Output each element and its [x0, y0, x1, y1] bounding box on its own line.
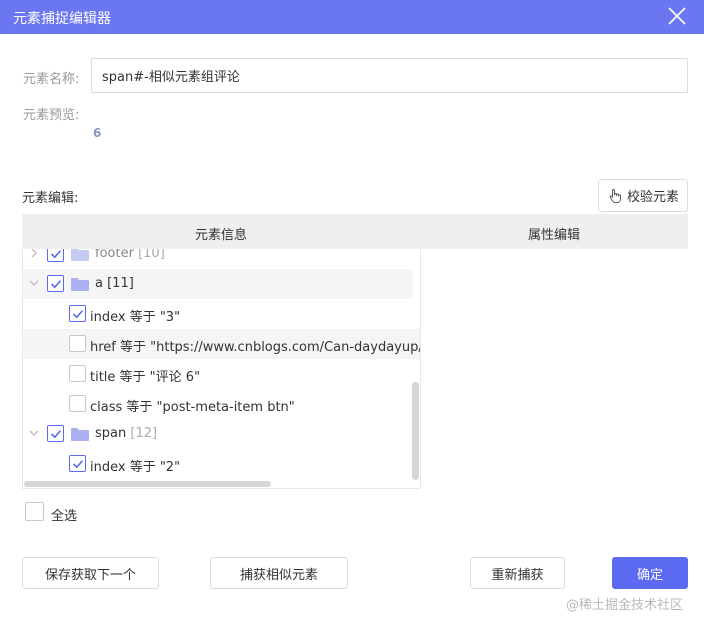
tree-node-span-checkbox[interactable] [47, 425, 64, 442]
capture-similar-button[interactable]: 捕获相似元素 [210, 557, 348, 589]
attr-row[interactable]: class 等于 "post-meta-item btn" [23, 389, 420, 419]
tree-vertical-scrollbar[interactable] [412, 382, 419, 480]
recapture-button[interactable]: 重新捕获 [470, 557, 565, 589]
chevron-right-icon[interactable] [28, 249, 40, 259]
chevron-down-icon[interactable] [28, 277, 40, 289]
select-all-label: 全选 [51, 509, 78, 524]
attr-text: title 等于 "评论 6" [90, 370, 201, 385]
attr-text: href 等于 "https://www.cnblogs.com/Can-day… [90, 340, 420, 355]
element-name-input[interactable] [91, 58, 688, 93]
folder-icon [71, 428, 89, 441]
dialog-titlebar: 元素捕捉编辑器 [0, 0, 704, 34]
column-element-info: 元素信息 [194, 228, 247, 243]
select-all-checkbox[interactable] [25, 502, 44, 521]
tree-horizontal-scrollbar[interactable] [24, 481, 271, 487]
attr-text: index 等于 "3" [90, 310, 181, 325]
element-edit-label: 元素编辑: [22, 191, 79, 206]
attr-checkbox[interactable] [69, 365, 86, 382]
tree-node-footer[interactable]: footer [10] [23, 249, 420, 269]
attr-row[interactable]: href 等于 "https://www.cnblogs.com/Can-day… [23, 329, 420, 359]
tree-node-span[interactable]: span [12] [23, 419, 420, 449]
element-preview-value: 6 [93, 126, 102, 140]
confirm-button[interactable]: 确定 [612, 557, 688, 589]
chevron-down-icon[interactable] [28, 427, 40, 439]
attr-checkbox[interactable] [69, 395, 86, 412]
folder-icon [71, 278, 89, 291]
column-attribute-edit: 属性编辑 [527, 228, 580, 243]
tree-node-a-label: a [11] [95, 276, 134, 291]
tree-node-footer-label: footer [10] [95, 249, 165, 261]
tree-node-a-checkbox[interactable] [47, 275, 64, 292]
hand-pointer-icon [609, 188, 621, 203]
watermark: @稀土掘金技术社区 [566, 598, 684, 613]
attr-checkbox[interactable] [69, 455, 86, 472]
element-tree: footer [10] a [11] index 等于 "3" href 等于 … [22, 249, 421, 489]
verify-element-label: 校验元素 [626, 190, 679, 205]
element-name-label: 元素名称: [23, 72, 80, 87]
dialog-title: 元素捕捉编辑器 [13, 11, 111, 27]
attr-row[interactable]: index 等于 "2" [23, 449, 420, 479]
tree-node-a[interactable]: a [11] [23, 269, 413, 299]
attr-checkbox[interactable] [69, 335, 86, 352]
table-header: 元素信息 属性编辑 [22, 214, 688, 249]
save-and-next-button[interactable]: 保存获取下一个 [22, 557, 159, 589]
attr-row[interactable]: index 等于 "3" [23, 299, 420, 329]
tree-node-span-label: span [12] [95, 426, 158, 441]
attr-row[interactable]: title 等于 "评论 6" [23, 359, 420, 389]
verify-element-button[interactable]: 校验元素 [598, 179, 688, 212]
folder-icon [71, 249, 89, 261]
attr-checkbox[interactable] [69, 305, 86, 322]
close-icon[interactable] [666, 5, 688, 27]
attr-text: index 等于 "2" [90, 460, 181, 475]
attr-text: class 等于 "post-meta-item btn" [90, 400, 295, 415]
element-preview-label: 元素预览: [23, 108, 80, 123]
tree-node-footer-checkbox[interactable] [47, 249, 64, 262]
